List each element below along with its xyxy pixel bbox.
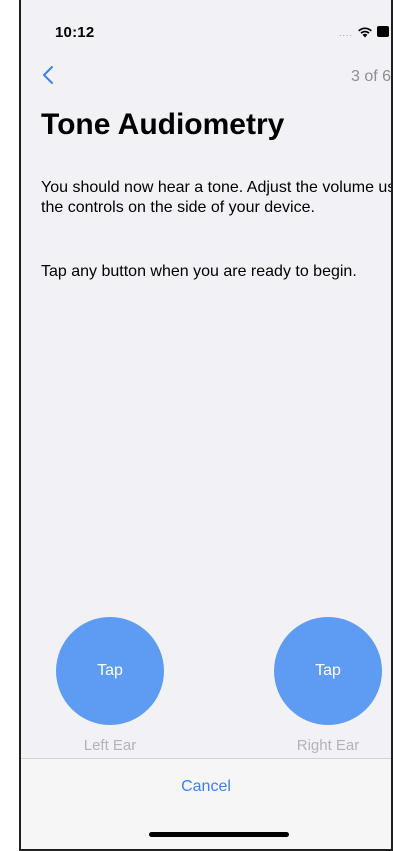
right-ear-label: Right Ear xyxy=(296,737,360,754)
ready-instruction-text: Tap any button when you are ready to beg… xyxy=(41,263,357,280)
phone-screen: 10:12 .... 3 of 6 Tone Audiometry You sh… xyxy=(19,0,393,851)
left-ear-tap-button[interactable]: Tap xyxy=(56,617,164,725)
status-bar: 10:12 .... xyxy=(21,0,391,56)
right-ear-tap-button[interactable]: Tap xyxy=(274,617,382,725)
signal-icon: .... xyxy=(338,28,353,38)
home-indicator[interactable] xyxy=(149,832,289,837)
status-indicators: .... xyxy=(339,25,389,38)
chevron-left-icon xyxy=(43,66,53,84)
left-ear-label: Left Ear xyxy=(83,737,137,754)
page-title: Tone Audiometry xyxy=(41,108,285,141)
navigation-bar: 3 of 6 xyxy=(21,60,391,96)
step-counter: 3 of 6 xyxy=(350,68,391,85)
wifi-icon xyxy=(358,26,372,37)
battery-icon xyxy=(377,26,389,37)
right-ear-group: Tap Right Ear xyxy=(274,617,382,754)
status-time: 10:12 xyxy=(55,24,95,41)
instruction-text: You should now hear a tone. Adjust the v… xyxy=(41,179,393,216)
cancel-button[interactable]: Cancel xyxy=(21,777,391,797)
bottom-toolbar: Cancel xyxy=(21,758,391,849)
back-button[interactable] xyxy=(41,64,59,88)
left-ear-group: Tap Left Ear xyxy=(56,617,164,754)
